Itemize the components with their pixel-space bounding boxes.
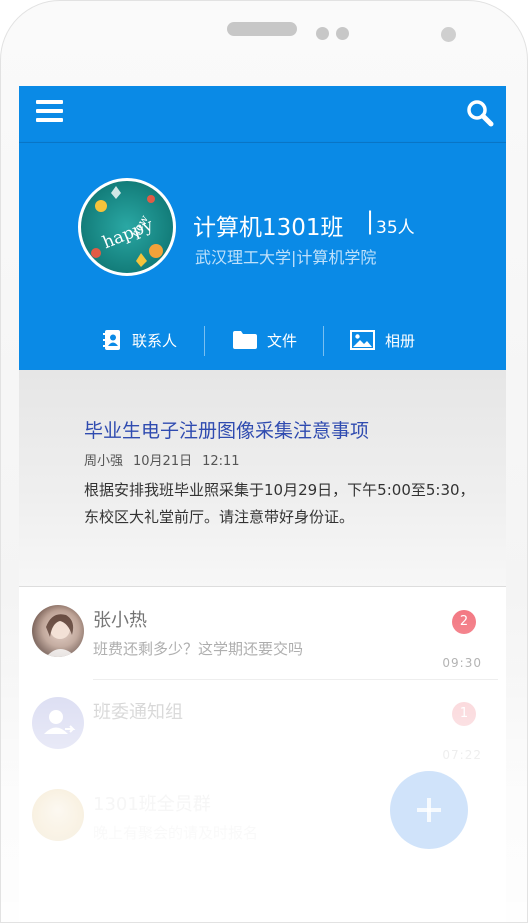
tab-divider (323, 326, 324, 356)
chat-avatar (32, 789, 84, 841)
tab-divider (204, 326, 205, 356)
tab-files[interactable]: 文件 (233, 323, 297, 357)
unread-badge: 2 (452, 610, 476, 634)
chat-message: 晚上有聚会的请及时报名 (93, 824, 259, 842)
chat-avatar (32, 605, 84, 657)
tab-files-label: 文件 (267, 331, 298, 350)
unread-badge: 1 (452, 702, 476, 726)
tab-album[interactable]: 相册 (350, 323, 415, 357)
chat-item[interactable]: 班委通知组 1 07:22 (19, 680, 506, 772)
tab-contacts-label: 联系人 (132, 331, 178, 350)
chat-time: 07:22 (442, 748, 482, 762)
photo-icon (350, 330, 375, 350)
phone-frame: happy new 计算机1301班 | 35人 武汉理工大学|计算机学院 联系… (0, 0, 528, 923)
chat-time: 09:30 (442, 656, 482, 670)
notice-card[interactable]: 毕业生电子注册图像采集注意事项 周小强 10月21日 12:11 根据安排我班毕业照… (19, 370, 506, 587)
plus-icon (427, 798, 431, 822)
chat-name: 班委通知组 (93, 702, 183, 723)
phone-speaker (227, 22, 297, 36)
phone-sensor-dot (336, 27, 349, 40)
search-icon[interactable] (466, 99, 494, 127)
notice-date: 10月21日 (133, 454, 193, 469)
chat-name: 张小热 (93, 610, 147, 631)
notice-meta: 周小强 10月21日 12:11 (84, 450, 250, 469)
menu-icon[interactable] (36, 100, 63, 122)
notice-body: 根据安排我班毕业照采集于10月29日，下午5:00至5:30，东校区大礼堂前厅。… (84, 481, 475, 526)
tab-album-label: 相册 (385, 331, 416, 350)
folder-icon (233, 331, 257, 349)
notice-title: 毕业生电子注册图像采集注意事项 (84, 420, 370, 442)
chat-item[interactable]: 张小热 班费还剩多少？这学期还要交吗 2 09:30 (19, 588, 506, 680)
member-count: 35人 (376, 218, 415, 238)
header-tabs: 联系人 文件 相册 (19, 323, 506, 357)
class-name: 计算机1301班 (193, 215, 344, 241)
notice-author: 周小强 (84, 454, 124, 469)
phone-sensor-dot (316, 27, 329, 40)
tab-contacts[interactable]: 联系人 (102, 323, 177, 357)
chat-avatar (32, 697, 84, 749)
chat-name: 1301班全员群 (93, 794, 211, 815)
notice-time: 12:11 (202, 454, 240, 469)
member-separator: | (366, 207, 375, 235)
phone-camera (441, 27, 456, 42)
class-header: happy new 计算机1301班 | 35人 武汉理工大学|计算机学院 联系… (19, 143, 506, 370)
school-name: 武汉理工大学|计算机学院 (195, 248, 377, 267)
top-bar (19, 86, 506, 143)
chat-list: 张小热 班费还剩多少？这学期还要交吗 2 09:30 班委通知组 1 07:22 (19, 588, 506, 922)
chat-message: 班费还剩多少？这学期还要交吗 (93, 640, 304, 658)
contacts-icon (102, 329, 122, 351)
class-avatar[interactable]: happy new (78, 178, 176, 276)
add-button[interactable] (390, 771, 468, 849)
